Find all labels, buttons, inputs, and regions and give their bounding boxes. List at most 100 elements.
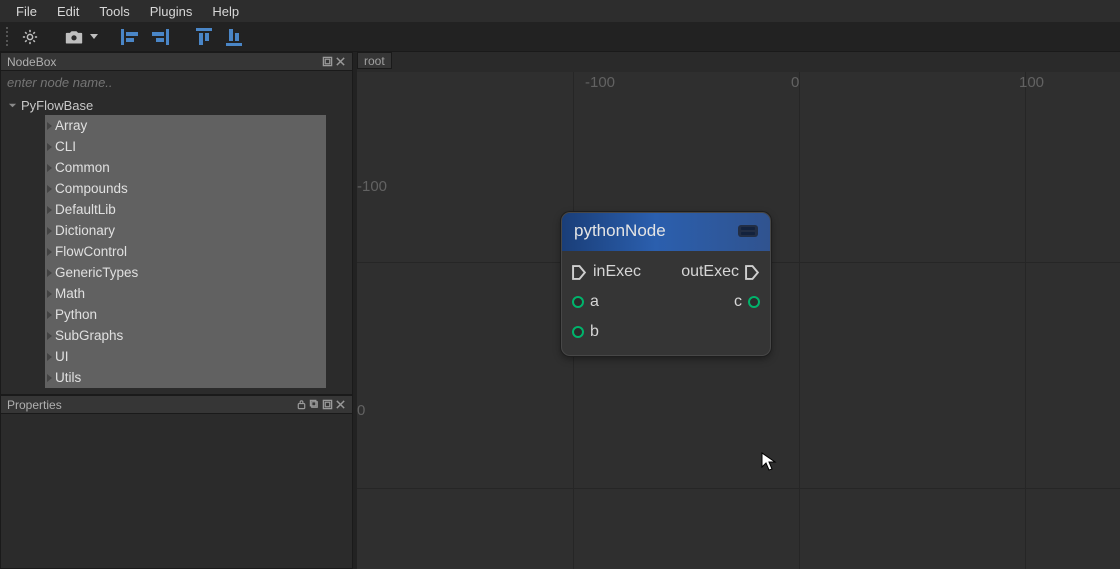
tree-item-label: Compounds bbox=[55, 180, 128, 197]
tree-item-generictypes[interactable]: GenericTypes bbox=[45, 262, 326, 283]
tree-item-label: Array bbox=[55, 117, 87, 134]
tree-item-utils[interactable]: Utils bbox=[45, 367, 326, 388]
tree-item-label: Python bbox=[55, 306, 97, 323]
tree-item-cli[interactable]: CLI bbox=[45, 136, 326, 157]
menu-tools[interactable]: Tools bbox=[89, 2, 139, 21]
pin-outexec[interactable]: outExec bbox=[681, 263, 760, 281]
chevron-right-icon bbox=[47, 248, 52, 256]
tree-item-python[interactable]: Python bbox=[45, 304, 326, 325]
chevron-right-icon bbox=[47, 374, 52, 382]
tree-item-dictionary[interactable]: Dictionary bbox=[45, 220, 326, 241]
tree-item-label: FlowControl bbox=[55, 243, 127, 260]
align-top-btn[interactable] bbox=[192, 25, 216, 49]
tree-item-subgraphs[interactable]: SubGraphs bbox=[45, 325, 326, 346]
nodebox-title-bar[interactable]: NodeBox bbox=[1, 53, 352, 71]
tree-item-label: Math bbox=[55, 285, 85, 302]
exec-pin-icon bbox=[572, 265, 587, 280]
pin-label: outExec bbox=[681, 263, 739, 281]
axis-label-x-100: 100 bbox=[1019, 74, 1044, 91]
tree-item-flowcontrol[interactable]: FlowControl bbox=[45, 241, 326, 262]
align-right-btn[interactable] bbox=[148, 25, 172, 49]
tree-root-pyflowbase[interactable]: PyFlowBase bbox=[5, 96, 348, 115]
tree-item-math[interactable]: Math bbox=[45, 283, 326, 304]
chevron-right-icon bbox=[47, 206, 52, 214]
tree-item-label: CLI bbox=[55, 138, 76, 155]
tree-root-label: PyFlowBase bbox=[21, 98, 93, 113]
dock-icon[interactable] bbox=[322, 56, 333, 67]
hamburger-icon[interactable] bbox=[738, 225, 758, 237]
camera-icon bbox=[65, 29, 83, 45]
align-top-icon bbox=[196, 28, 212, 46]
chevron-right-icon bbox=[47, 227, 52, 235]
align-bottom-btn[interactable] bbox=[222, 25, 246, 49]
chevron-down-icon[interactable] bbox=[90, 34, 98, 39]
tree-item-array[interactable]: Array bbox=[45, 115, 326, 136]
copy-icon[interactable] bbox=[309, 399, 320, 410]
menu-file[interactable]: File bbox=[6, 2, 47, 21]
data-pin-icon bbox=[748, 296, 760, 308]
node-header[interactable]: pythonNode bbox=[562, 213, 770, 251]
canvas[interactable]: root -100 0 100 -100 0 pythonNode inExec… bbox=[357, 52, 1120, 569]
properties-title-bar[interactable]: Properties bbox=[1, 396, 352, 414]
data-pin-icon bbox=[572, 326, 584, 338]
pin-c[interactable]: c bbox=[734, 293, 760, 311]
nodebox-title-text: NodeBox bbox=[7, 55, 56, 69]
gear-icon bbox=[21, 28, 39, 46]
dock-icon[interactable] bbox=[322, 399, 333, 410]
chevron-right-icon bbox=[47, 164, 52, 172]
align-left-icon bbox=[121, 29, 139, 45]
toolbar bbox=[0, 22, 1120, 52]
pin-label: c bbox=[734, 293, 742, 311]
nodebox-panel: NodeBox PyFlowBase Array CLI bbox=[0, 52, 353, 395]
close-icon[interactable] bbox=[335, 56, 346, 67]
chevron-right-icon bbox=[47, 269, 52, 277]
chevron-right-icon bbox=[47, 332, 52, 340]
tree-item-label: GenericTypes bbox=[55, 264, 138, 281]
tree-item-compounds[interactable]: Compounds bbox=[45, 178, 326, 199]
tree-item-common[interactable]: Common bbox=[45, 157, 326, 178]
axis-label-y-neg100: -100 bbox=[357, 178, 387, 195]
chevron-right-icon bbox=[47, 143, 52, 151]
tree-item-label: UI bbox=[55, 348, 69, 365]
properties-title-text: Properties bbox=[7, 398, 62, 412]
pin-label: inExec bbox=[593, 263, 641, 281]
gear-toolbar-btn[interactable] bbox=[18, 25, 42, 49]
data-pin-icon bbox=[572, 296, 584, 308]
pin-label: b bbox=[590, 323, 599, 341]
pin-label: a bbox=[590, 293, 599, 311]
tree-item-label: Dictionary bbox=[55, 222, 115, 239]
camera-toolbar-btn[interactable] bbox=[62, 25, 86, 49]
axis-label-x-0: 0 bbox=[791, 74, 799, 91]
pin-inexec[interactable]: inExec bbox=[572, 263, 641, 281]
chevron-right-icon bbox=[47, 311, 52, 319]
chevron-down-icon bbox=[7, 101, 17, 111]
menu-help[interactable]: Help bbox=[202, 2, 249, 21]
lock-icon[interactable] bbox=[296, 399, 307, 410]
menu-edit[interactable]: Edit bbox=[47, 2, 89, 21]
chevron-right-icon bbox=[47, 353, 52, 361]
tree-item-label: DefaultLib bbox=[55, 201, 116, 218]
tree-item-label: SubGraphs bbox=[55, 327, 123, 344]
chevron-right-icon bbox=[47, 185, 52, 193]
exec-pin-icon bbox=[745, 265, 760, 280]
tree-item-label: Common bbox=[55, 159, 110, 176]
toolbar-handle-icon bbox=[4, 27, 10, 47]
menu-plugins[interactable]: Plugins bbox=[140, 2, 203, 21]
pin-b[interactable]: b bbox=[572, 323, 599, 341]
align-right-icon bbox=[151, 29, 169, 45]
align-left-btn[interactable] bbox=[118, 25, 142, 49]
axis-label-y-0: 0 bbox=[357, 402, 365, 419]
tree-item-ui[interactable]: UI bbox=[45, 346, 326, 367]
properties-panel: Properties bbox=[0, 395, 353, 569]
tree-item-defaultlib[interactable]: DefaultLib bbox=[45, 199, 326, 220]
canvas-tab-root[interactable]: root bbox=[357, 52, 392, 69]
node-pythonnode[interactable]: pythonNode inExec outExec bbox=[561, 212, 771, 356]
tree-children: Array CLI Common Compounds DefaultLib Di… bbox=[45, 115, 326, 388]
axis-label-x-neg100: -100 bbox=[585, 74, 615, 91]
align-bottom-icon bbox=[226, 28, 242, 46]
chevron-right-icon bbox=[47, 122, 52, 130]
close-icon[interactable] bbox=[335, 399, 346, 410]
chevron-right-icon bbox=[47, 290, 52, 298]
pin-a[interactable]: a bbox=[572, 293, 599, 311]
search-input[interactable] bbox=[1, 71, 352, 94]
